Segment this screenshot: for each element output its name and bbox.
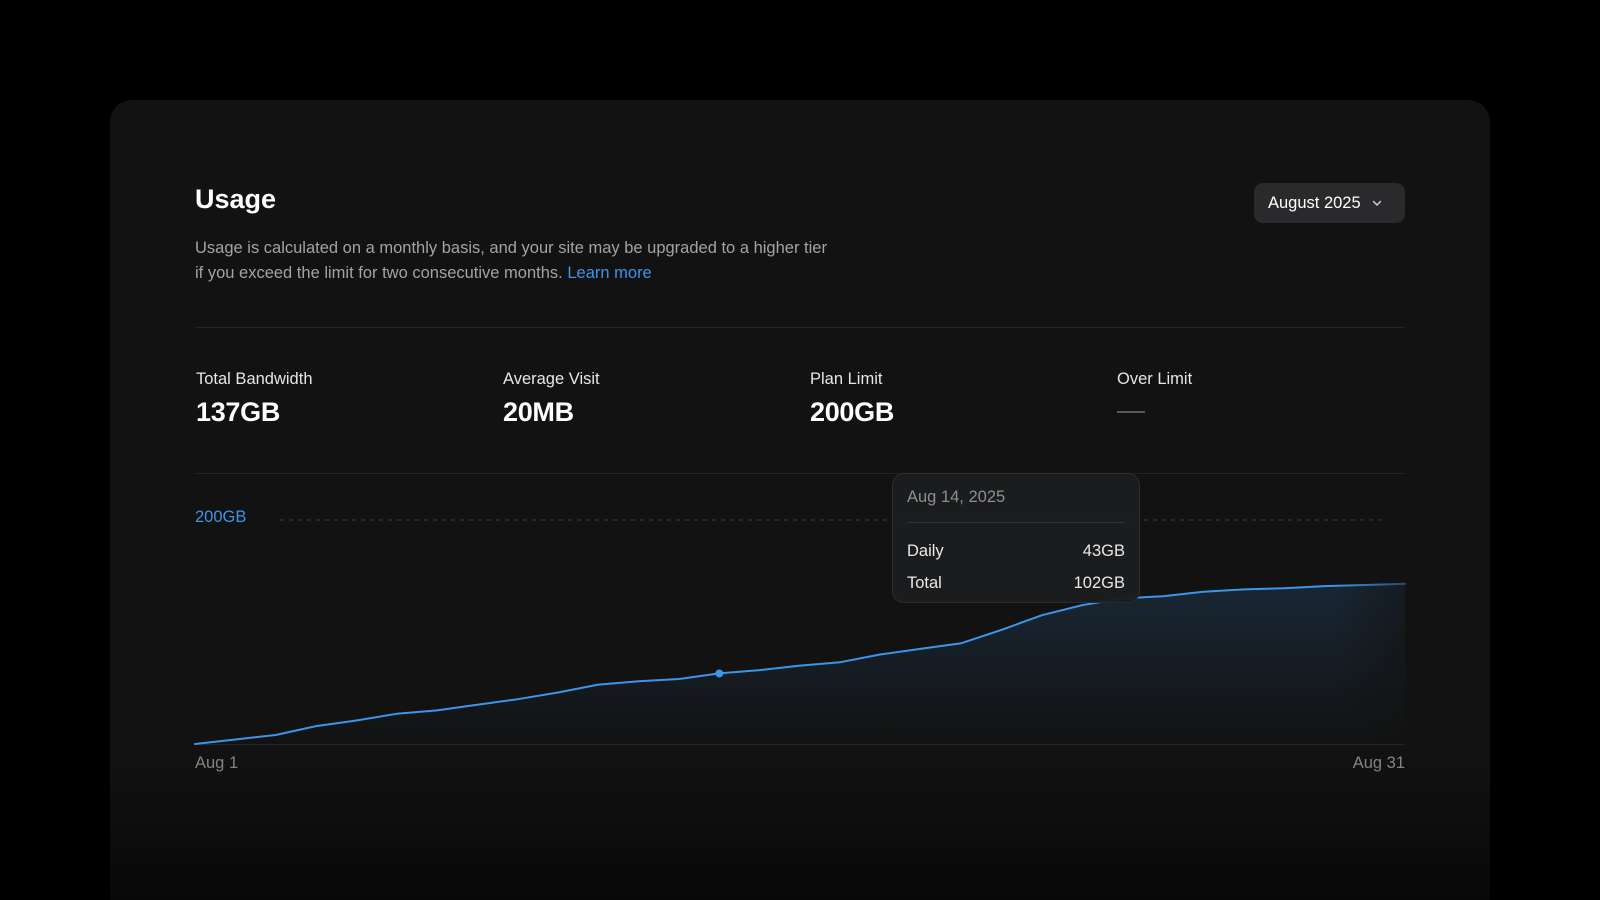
- tooltip-row-daily: Daily 43GB: [907, 535, 1125, 567]
- tooltip-row-value: 102GB: [1073, 573, 1125, 592]
- tooltip-date: Aug 14, 2025: [907, 488, 1006, 506]
- tooltip-divider: [907, 522, 1125, 523]
- usage-chart: [194, 519, 1410, 745]
- chart-tooltip: Aug 14, 2025 Daily 43GB Total 102GB: [892, 473, 1140, 603]
- x-axis-end-label: Aug 31: [1352, 754, 1405, 772]
- chart-edge-fade: [1335, 520, 1410, 744]
- usage-card: Usage Usage is calculated on a monthly b…: [110, 100, 1490, 900]
- x-axis-start-label: Aug 1: [195, 754, 239, 772]
- usage-area-fill: [195, 583, 1405, 744]
- tooltip-row-label: Total: [907, 573, 942, 592]
- highlight-point: [715, 669, 724, 678]
- tooltip-row-total: Total 102GB: [907, 567, 1125, 599]
- tooltip-row-value: 43GB: [1082, 541, 1125, 560]
- tooltip-row-label: Daily: [907, 541, 944, 560]
